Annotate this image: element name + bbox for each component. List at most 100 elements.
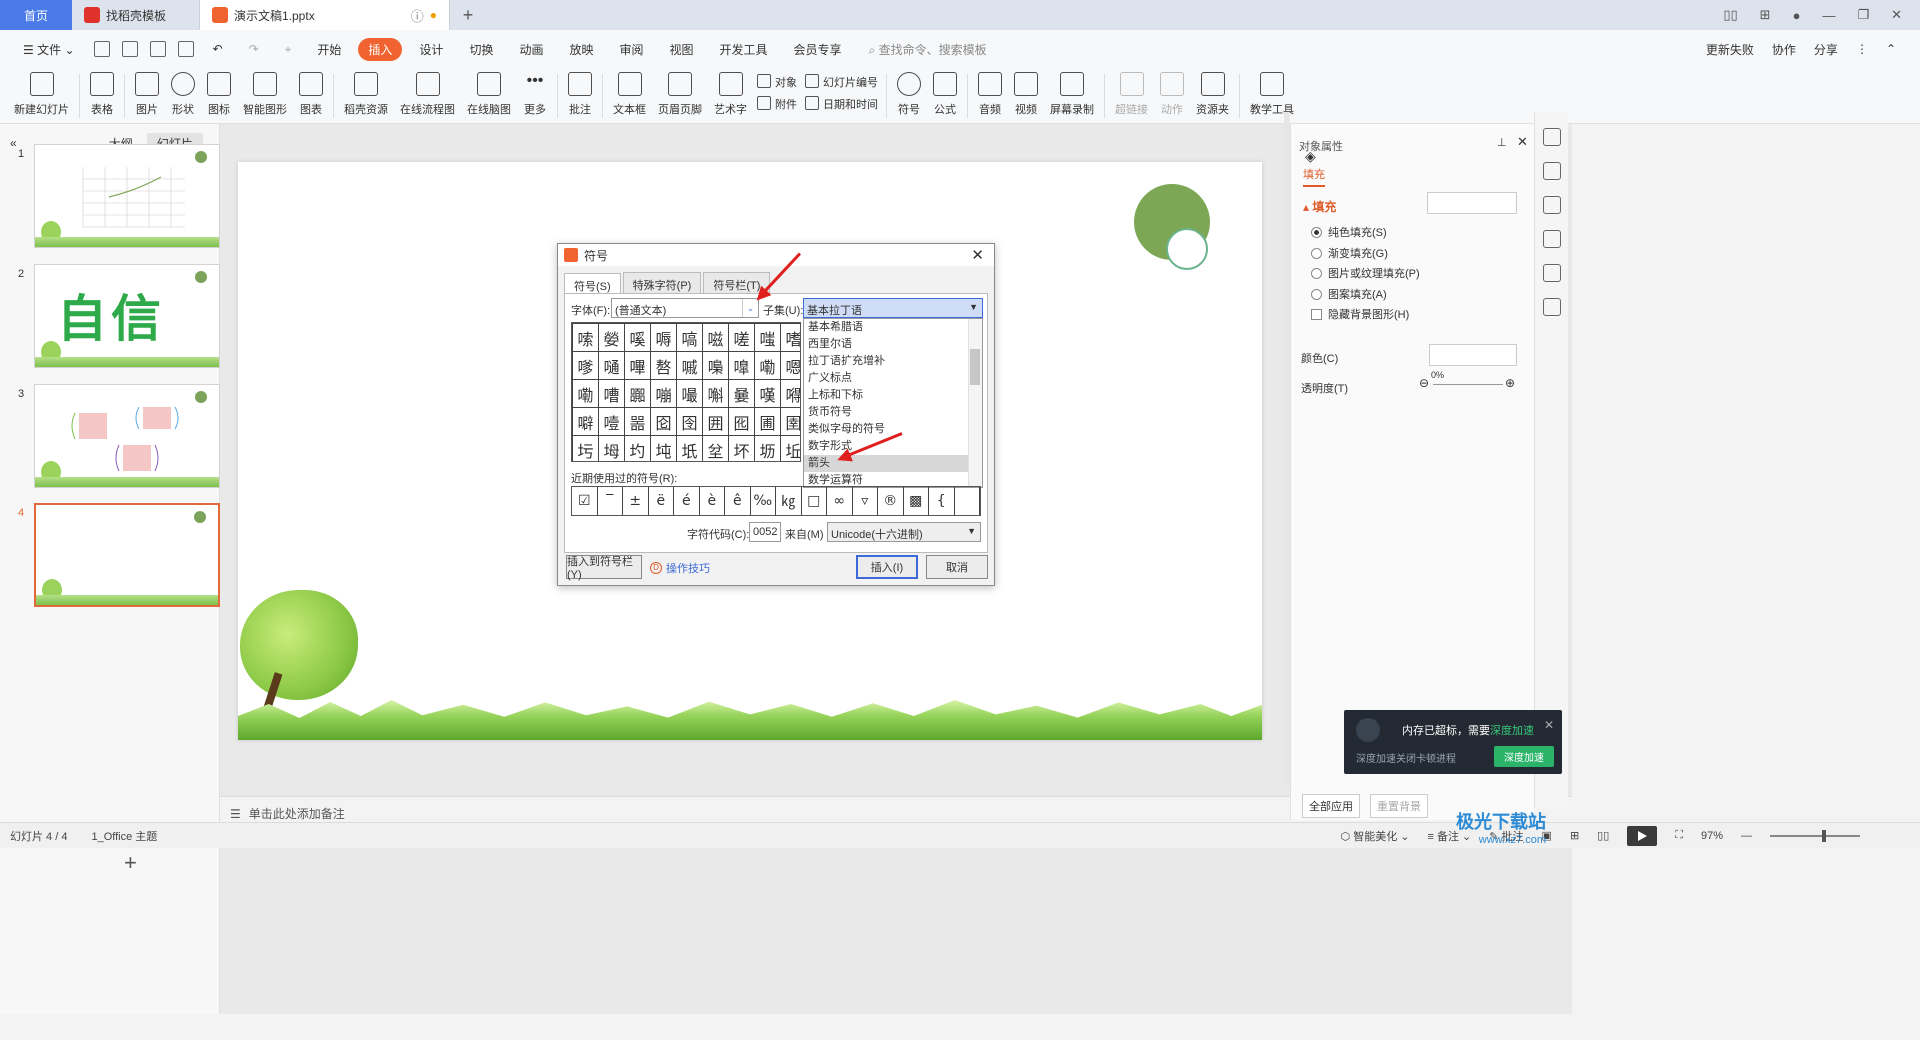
tips-link[interactable]: D 操作技巧 [650,560,710,576]
symbol-cell[interactable]: 圃 [754,407,781,436]
undo-icon[interactable]: ↶ [200,42,236,56]
symbol-cell[interactable]: 嗵 [598,351,625,380]
vertical-scrollbar[interactable] [1284,112,1290,782]
wordart-button[interactable]: 艺术字 [708,68,753,117]
zoom-slider[interactable] [1770,829,1860,842]
cancel-button[interactable]: 取消 [926,555,988,579]
properties-icon[interactable] [1542,128,1561,146]
layout-icon[interactable]: ▯▯ [1723,7,1737,23]
recent-symbol-cell[interactable]: ± [623,487,649,515]
collaborate-button[interactable]: 协作 [1772,41,1796,58]
symbol-cell[interactable]: 嘷 [728,351,755,380]
print-icon[interactable] [149,41,166,57]
subset-option[interactable]: 数字形式 [804,438,982,455]
update-status[interactable]: 更新失败 [1706,41,1754,58]
minimize-button[interactable]: — [1822,8,1835,23]
date-time-button[interactable]: 日期和时间 [805,96,878,112]
recent-symbol-cell[interactable]: ▩ [904,487,929,515]
symbol-cell[interactable]: 囵 [650,407,677,436]
symbol-cell[interactable]: 囹 [676,407,703,436]
recent-symbol-cell[interactable]: é [674,487,700,515]
more-button[interactable]: ••• 更多 [517,68,553,117]
subset-select[interactable]: 基本拉丁语 ▼ [803,298,983,318]
recent-symbol-cell[interactable] [955,487,980,515]
symbol-cell[interactable]: 坉 [650,435,677,461]
menu-item-slideshow[interactable]: 放映 [556,41,606,58]
more-icon[interactable]: ⋮ [1856,42,1868,56]
zoom-level[interactable]: 97% [1701,830,1723,842]
comment-button[interactable]: 批注 [562,68,598,117]
new-slide-button[interactable]: 新建幻灯片 [8,68,75,117]
slide-number-button[interactable]: 幻灯片编号 [805,74,878,90]
recent-symbol-cell[interactable]: ê [725,487,751,515]
tab-document[interactable]: 演示文稿1.pptx ⓘ ● [200,0,450,30]
sorter-view-icon[interactable]: ⊞ [1570,829,1579,842]
title-link[interactable]: 深度加速 [1490,725,1534,737]
docer-resources-button[interactable]: 稻壳资源 [338,68,394,117]
close-notification-icon[interactable]: ✕ [1544,718,1554,732]
subset-option[interactable]: 西里尔语 [804,336,982,353]
mindmap-button[interactable]: 在线脑图 [461,68,517,117]
recent-symbol-cell[interactable]: è [700,487,725,515]
redo-icon[interactable]: ↷ [236,42,272,56]
object-button[interactable]: 对象 [757,74,797,90]
close-button[interactable]: ✕ [1891,7,1902,23]
symbol-cell[interactable]: 囮 [728,407,755,436]
resource-folder-button[interactable]: 资源夹 [1190,68,1235,117]
smartart-button[interactable]: 智能图形 [237,68,293,117]
symbol-cell[interactable]: 圬 [572,435,599,461]
insert-to-bar-button[interactable]: 插入到符号栏(Y) [566,555,642,581]
speed-up-button[interactable]: 深度加速 [1494,746,1554,767]
maximize-button[interactable]: ❐ [1857,7,1869,23]
chart-button[interactable]: 图表 [293,68,329,117]
location-icon[interactable] [1542,264,1561,282]
symbol-cell[interactable]: 噎 [598,407,625,436]
subset-option-arrows[interactable]: 箭头 [804,455,968,472]
shape-button[interactable]: 形状 [165,68,201,117]
image-icon[interactable] [1542,230,1561,248]
recent-symbol-cell[interactable]: { [929,487,955,515]
radio-gradient-fill[interactable]: 渐变填充(G) [1311,245,1388,261]
symbol-cell[interactable]: 嗸 [650,351,677,380]
symbol-cell[interactable]: 嗕 [650,323,677,352]
symbol-cell[interactable]: 嗃 [676,323,703,352]
recent-symbol-cell[interactable]: ‾ [598,487,623,515]
symbol-cell[interactable]: 嘦 [728,379,755,408]
chevron-down-icon[interactable]: ⌄ [742,299,758,317]
video-button[interactable]: 视频 [1008,68,1044,117]
minus-icon[interactable]: ⊖ [1419,376,1429,390]
symbol-cell[interactable]: 嘄 [702,351,729,380]
scrollbar-thumb[interactable] [970,349,980,385]
subset-option[interactable]: 广义标点 [804,370,982,387]
transparency-slider[interactable]: ⊖ 0% ⊕ [1419,370,1519,394]
add-slide-button[interactable]: + [124,850,137,876]
tab-templates[interactable]: 找稻壳模板 [72,0,200,30]
menu-item-review[interactable]: 审阅 [606,41,656,58]
symbol-cell[interactable]: 坵 [780,435,800,461]
textbox-button[interactable]: 文本框 [607,68,652,117]
hide-background-checkbox[interactable]: 隐藏背景图形(H) [1311,306,1409,322]
book-icon[interactable] [1542,298,1561,316]
insert-button[interactable]: 插入(I) [856,555,918,579]
audio-button[interactable]: 音频 [972,68,1008,117]
menu-item-animation[interactable]: 动画 [506,41,556,58]
radio-picture-fill[interactable]: 图片或纹理填充(P) [1311,265,1420,281]
symbol-cell[interactable]: 嘝 [702,379,729,408]
recent-symbol-cell[interactable]: ▿ [853,487,878,515]
dropdown-scrollbar[interactable] [968,319,982,487]
subset-option[interactable]: 基本希腊语 [804,319,982,336]
collapse-ribbon-icon[interactable]: ⌃ [1886,42,1896,56]
symbol-cell[interactable]: 嗜 [780,323,800,352]
recent-symbol-cell[interactable]: ☑ [572,487,598,515]
beautify-button[interactable]: ⬡ 智能美化 ⌄ [1341,828,1410,844]
picture-button[interactable]: 图片 [129,68,165,117]
pin-icon[interactable]: ⊥ [1497,136,1507,149]
avatar[interactable]: ● [1793,8,1801,23]
command-search[interactable]: ⌕ 查找命令、搜索模板 [869,41,987,58]
symbol-cell[interactable]: 嗟 [728,323,755,352]
symbol-cell[interactable]: 嘚 [780,379,800,408]
menu-item-start[interactable]: 开始 [304,41,354,58]
symbol-cell[interactable]: 嚻 [624,379,651,408]
slide-thumbnail-3[interactable] [34,384,220,488]
slides-icon[interactable] [1542,196,1561,214]
